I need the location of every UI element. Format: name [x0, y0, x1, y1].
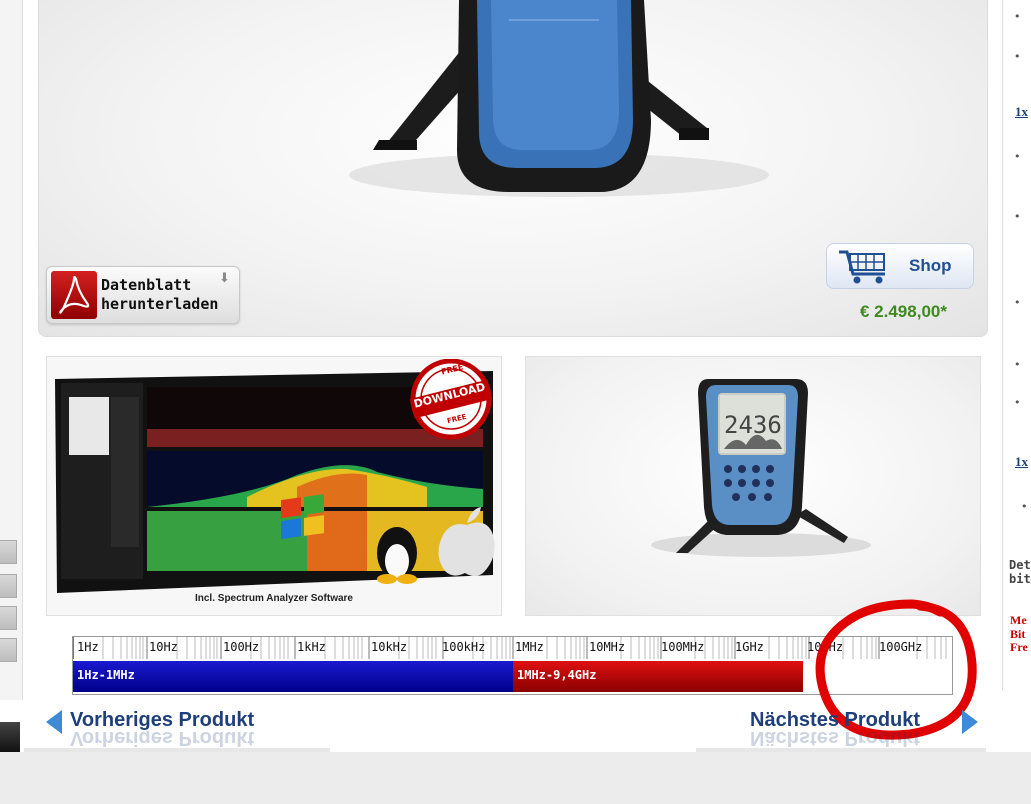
- nav-divider: [696, 748, 986, 752]
- next-product-label: Nächstes Produkt: [750, 709, 921, 731]
- sidebar-warning-line: Me: [1010, 613, 1027, 627]
- quantity-link[interactable]: 1x: [1015, 454, 1028, 470]
- next-product-reflection: Nächstes Produkt: [750, 731, 921, 749]
- bullet: •: [1014, 150, 1021, 163]
- previous-product-label: Vorheriges Produkt: [70, 709, 255, 731]
- rail-tab[interactable]: [0, 574, 17, 598]
- freq-tick-label: 1kHz: [297, 640, 326, 654]
- band-label: 1Hz-1MHz: [77, 668, 135, 682]
- freq-tick-label: 1MHz: [515, 640, 544, 654]
- datasheet-line2: herunterladen: [101, 295, 219, 313]
- band-label: 1MHz-9,4GHz: [517, 668, 597, 682]
- freq-tick-label: 100kHz: [442, 640, 486, 654]
- datasheet-download-button[interactable]: Datenblatt herunterladen ⬇: [46, 266, 240, 324]
- device-promo-card[interactable]: 2436: [525, 356, 981, 616]
- datasheet-line1: Datenblatt: [101, 276, 192, 294]
- shop-button[interactable]: Shop: [826, 243, 974, 289]
- chevron-left-icon: [46, 710, 62, 734]
- bullet: •: [1014, 50, 1021, 63]
- freq-tick-label: 1GHz: [735, 640, 764, 654]
- download-arrow-icon: ⬇: [219, 271, 230, 286]
- sidebar-note-line: bit: [1009, 572, 1031, 586]
- bullet: •: [1014, 396, 1021, 409]
- product-price: € 2.498,00*: [860, 302, 947, 321]
- software-caption: Incl. Spectrum Analyzer Software: [194, 593, 353, 604]
- freq-tick-label: 10kHz: [371, 640, 408, 654]
- rail-tab[interactable]: [0, 540, 17, 564]
- bullet: •: [1014, 10, 1021, 23]
- right-sidebar: • • 1x • • • • • 1x • Det bit Me Bit Fre: [1002, 0, 1031, 690]
- software-promo-card[interactable]: FREE DOWNLOAD FREE Incl. Spectrum Analyz…: [46, 356, 502, 616]
- band-low-frequency: 1Hz-1MHz: [73, 661, 513, 692]
- freq-tick-label: 100MHz: [661, 640, 705, 654]
- device-display-reading: 2436: [724, 411, 782, 439]
- freq-tick-label: 10MHz: [589, 640, 626, 654]
- quantity-link[interactable]: 1x: [1015, 104, 1028, 120]
- bullet: •: [1014, 296, 1021, 309]
- analyzer-device-image: [651, 379, 871, 557]
- bullet: •: [1014, 210, 1021, 223]
- shopping-cart-icon: [837, 248, 893, 290]
- shop-label: Shop: [909, 256, 952, 275]
- freq-tick-label: 1Hz: [77, 640, 99, 654]
- sidebar-note-line: Det: [1009, 558, 1031, 572]
- rail-dark-block: [0, 722, 20, 752]
- chevron-right-icon: [962, 710, 978, 734]
- band-high-frequency: 1MHz-9,4GHz: [513, 661, 803, 692]
- bullet: •: [1014, 358, 1021, 371]
- rail-tab[interactable]: [0, 638, 17, 662]
- rail-tab[interactable]: [0, 606, 17, 630]
- sidebar-warning-line: Fre: [1010, 640, 1028, 654]
- freq-tick-label: 100Hz: [223, 640, 260, 654]
- datasheet-label: Datenblatt herunterladen: [101, 276, 218, 314]
- pdf-icon: [51, 271, 97, 319]
- nav-divider: [24, 748, 330, 752]
- bullet: •: [1021, 500, 1028, 513]
- previous-product-reflection: Vorheriges Produkt: [70, 731, 255, 749]
- freq-tick-label: 10Hz: [149, 640, 178, 654]
- left-rail: [0, 0, 23, 752]
